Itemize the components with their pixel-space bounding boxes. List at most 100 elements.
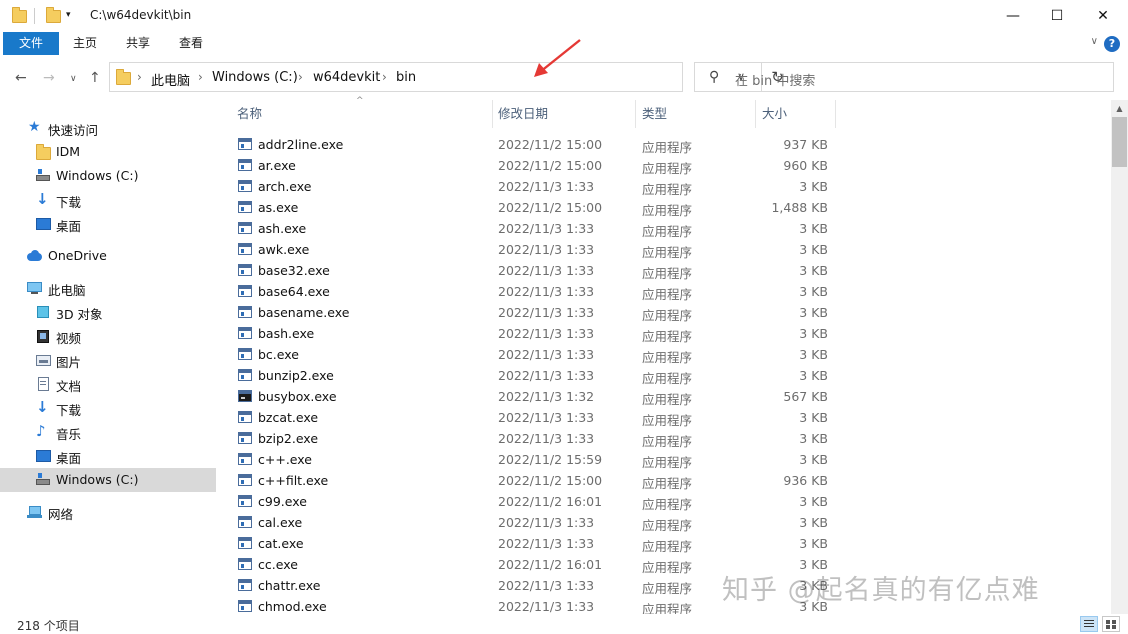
sidebar-item-idm[interactable]: IDM	[0, 140, 216, 164]
file-row[interactable]: ash.exe 2022/11/3 1:33 应用程序 3 KB	[226, 218, 836, 239]
sidebar-item-windows-c[interactable]: Windows (C:)	[0, 468, 216, 492]
file-name: base32.exe	[258, 263, 330, 278]
breadcrumb-separator-icon[interactable]: ›	[382, 70, 387, 84]
sidebar-item-pictures[interactable]: 图片	[0, 348, 216, 372]
file-row[interactable]: c++.exe 2022/11/2 15:59 应用程序 3 KB	[226, 449, 836, 470]
file-row[interactable]: bc.exe 2022/11/3 1:33 应用程序 3 KB	[226, 344, 836, 365]
breadcrumb-drive[interactable]: Windows (C:)	[212, 70, 298, 85]
file-name: bash.exe	[258, 326, 315, 341]
music-icon: ♪	[36, 422, 46, 440]
file-size: 3 KB	[799, 431, 828, 446]
file-row[interactable]: bzcat.exe 2022/11/3 1:33 应用程序 3 KB	[226, 407, 836, 428]
file-row[interactable]: awk.exe 2022/11/3 1:33 应用程序 3 KB	[226, 239, 836, 260]
file-row[interactable]: bash.exe 2022/11/3 1:33 应用程序 3 KB	[226, 323, 836, 344]
column-divider[interactable]	[492, 100, 493, 128]
scrollbar-thumb[interactable]	[1112, 117, 1127, 167]
file-row[interactable]: ar.exe 2022/11/2 15:00 应用程序 960 KB	[226, 155, 836, 176]
breadcrumb-separator-icon[interactable]: ›	[137, 70, 142, 84]
sidebar-item-this-pc[interactable]: 此电脑	[0, 276, 216, 300]
column-header-type[interactable]: 类型	[642, 100, 667, 128]
column-header-name[interactable]: 名称	[237, 100, 262, 128]
file-row[interactable]: bzip2.exe 2022/11/3 1:33 应用程序 3 KB	[226, 428, 836, 449]
file-row[interactable]: basename.exe 2022/11/3 1:33 应用程序 3 KB	[226, 302, 836, 323]
ribbon-expand-chevron-icon[interactable]: ∨	[1091, 36, 1098, 47]
maximize-button[interactable]: ☐	[1034, 0, 1080, 32]
recent-locations-chevron-icon[interactable]: ∨	[70, 74, 77, 84]
file-type: 应用程序	[642, 329, 693, 344]
file-name: chattr.exe	[258, 578, 321, 593]
document-icon	[36, 377, 51, 391]
file-row[interactable]: bunzip2.exe 2022/11/3 1:33 应用程序 3 KB	[226, 365, 836, 386]
details-view-icon[interactable]	[1080, 616, 1098, 632]
download-icon: ↓	[36, 398, 49, 416]
sidebar-item-music[interactable]: ♪ 音乐	[0, 420, 216, 444]
watermark: 知乎 @起名真的有亿点难	[722, 575, 1040, 606]
column-header-date[interactable]: 修改日期	[498, 100, 548, 128]
breadcrumb-separator-icon[interactable]: ›	[298, 70, 303, 84]
tab-share[interactable]: 共享	[118, 32, 158, 55]
file-date: 2022/11/3 1:33	[498, 221, 595, 236]
help-icon[interactable]: ?	[1104, 36, 1120, 52]
file-type: 应用程序	[642, 539, 693, 554]
scroll-up-arrow-icon[interactable]: ▲	[1111, 100, 1128, 117]
sidebar-item-network[interactable]: 网络	[0, 500, 216, 524]
file-date: 2022/11/3 1:33	[498, 263, 595, 278]
file-row[interactable]: base32.exe 2022/11/3 1:33 应用程序 3 KB	[226, 260, 836, 281]
sidebar-item-downloads[interactable]: ↓ 下载	[0, 396, 216, 420]
forward-arrow-icon[interactable]: →	[43, 70, 55, 86]
file-name: chmod.exe	[258, 599, 327, 614]
file-name: ash.exe	[258, 221, 307, 236]
customize-toolbar-icon[interactable]: ▾	[66, 10, 71, 20]
file-row[interactable]: cal.exe 2022/11/3 1:33 应用程序 3 KB	[226, 512, 836, 533]
sidebar-item-3d-objects[interactable]: 3D 对象	[0, 300, 216, 324]
breadcrumb-bin[interactable]: bin	[396, 70, 416, 85]
sidebar-item-onedrive[interactable]: OneDrive	[0, 244, 216, 268]
tab-file[interactable]: 文件	[3, 32, 59, 55]
address-bar[interactable]: › 此电脑 › Windows (C:) › w64devkit › bin ∨…	[109, 62, 784, 92]
sidebar-item-quick-access[interactable]: ★ 快速访问	[0, 116, 216, 140]
file-name: bzcat.exe	[258, 410, 319, 425]
column-header-size[interactable]: 大小	[762, 100, 787, 128]
sidebar-item-downloads-quick[interactable]: ↓ 下载	[0, 188, 216, 212]
close-button[interactable]: ✕	[1080, 0, 1126, 32]
back-arrow-icon[interactable]: ←	[15, 70, 27, 86]
file-date: 2022/11/3 1:33	[498, 578, 595, 593]
column-divider[interactable]	[755, 100, 756, 128]
file-date: 2022/11/3 1:33	[498, 368, 595, 383]
application-icon	[238, 474, 252, 486]
tab-view[interactable]: 查看	[171, 32, 211, 55]
file-row[interactable]: as.exe 2022/11/2 15:00 应用程序 1,488 KB	[226, 197, 836, 218]
file-date: 2022/11/2 15:00	[498, 473, 603, 488]
drive-icon	[36, 169, 51, 183]
file-date: 2022/11/2 15:00	[498, 200, 603, 215]
vertical-scrollbar[interactable]: ▲	[1111, 100, 1128, 614]
file-row[interactable]: c99.exe 2022/11/2 16:01 应用程序 3 KB	[226, 491, 836, 512]
search-box[interactable]: ⚲ 在 bin 中搜索	[694, 62, 1114, 92]
sidebar-item-desktop-quick[interactable]: 桌面	[0, 212, 216, 236]
minimize-button[interactable]: —	[990, 0, 1036, 32]
file-name: arch.exe	[258, 179, 312, 194]
file-row[interactable]: addr2line.exe 2022/11/2 15:00 应用程序 937 KB	[226, 134, 836, 155]
sidebar-item-windows-c-quick[interactable]: Windows (C:)	[0, 164, 216, 188]
file-row[interactable]: base64.exe 2022/11/3 1:33 应用程序 3 KB	[226, 281, 836, 302]
file-row[interactable]: c++filt.exe 2022/11/2 15:00 应用程序 936 KB	[226, 470, 836, 491]
column-divider[interactable]	[635, 100, 636, 128]
sidebar-item-documents[interactable]: 文档	[0, 372, 216, 396]
large-icons-view-icon[interactable]	[1102, 616, 1120, 632]
file-date: 2022/11/3 1:33	[498, 284, 595, 299]
up-arrow-icon[interactable]: ↑	[89, 70, 101, 86]
sidebar-item-desktop[interactable]: 桌面	[0, 444, 216, 468]
desktop-icon	[36, 217, 51, 231]
breadcrumb-separator-icon[interactable]: ›	[198, 70, 203, 84]
window-title: C:\w64devkit\bin	[90, 8, 192, 22]
file-row[interactable]: arch.exe 2022/11/3 1:33 应用程序 3 KB	[226, 176, 836, 197]
file-type: 应用程序	[642, 434, 693, 449]
column-divider[interactable]	[835, 100, 836, 128]
breadcrumb-this-pc[interactable]: 此电脑	[151, 70, 190, 89]
tab-home[interactable]: 主页	[65, 32, 105, 55]
file-row[interactable]: cat.exe 2022/11/3 1:33 应用程序 3 KB	[226, 533, 836, 554]
breadcrumb-w64devkit[interactable]: w64devkit	[313, 70, 380, 85]
file-row[interactable]: busybox.exe 2022/11/3 1:32 应用程序 567 KB	[226, 386, 836, 407]
sidebar-item-videos[interactable]: 视频	[0, 324, 216, 348]
file-size: 3 KB	[799, 284, 828, 299]
